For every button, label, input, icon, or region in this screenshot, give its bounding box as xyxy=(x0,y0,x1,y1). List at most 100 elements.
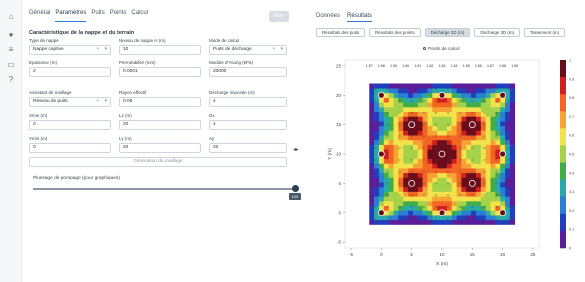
heatmap-cell xyxy=(422,163,428,169)
ymin-input[interactable]: 0 xyxy=(29,143,111,153)
clear-icon[interactable]: × xyxy=(96,46,99,54)
tab-puits[interactable]: Puits xyxy=(91,10,104,22)
well-marker xyxy=(377,150,385,158)
decharge-imposee-input[interactable]: 4 xyxy=(209,97,287,107)
slider-track[interactable] xyxy=(33,188,295,190)
heatmap-cell xyxy=(393,191,399,197)
heatmap-cell xyxy=(466,201,472,206)
heatmap-cell xyxy=(432,130,438,136)
heatmap-cell xyxy=(412,83,419,89)
heatmap-cell xyxy=(485,125,491,131)
database-icon[interactable]: ● xyxy=(6,30,16,40)
chevron-down-icon[interactable]: ▾ xyxy=(105,98,107,106)
heatmap-cell xyxy=(388,177,394,183)
heatmap-cell xyxy=(509,163,516,169)
heatmap-cell xyxy=(505,196,511,202)
heatmap-cell xyxy=(388,168,394,174)
slider-label: Plussage de pompage (pour graphiques) xyxy=(33,176,120,181)
heatmap-cell xyxy=(437,116,443,122)
ay-label: Ay xyxy=(209,136,215,141)
rayon-effectif-input[interactable]: 0.06 xyxy=(119,97,201,107)
heatmap-cell xyxy=(427,83,433,89)
contour-chart[interactable]: 1.57 1.58 1.59 1.60 1.61 1.62 1.63 1.64 1.65 1.66… xyxy=(308,0,585,282)
heatmap-cell xyxy=(374,102,380,108)
heatmap-cell xyxy=(475,135,482,141)
heatmap-cell xyxy=(427,149,433,155)
dx-input[interactable]: 4 xyxy=(209,120,287,130)
chevron-down-icon[interactable]: ▾ xyxy=(105,46,107,54)
niveau-nappe-input[interactable]: 10 xyxy=(119,45,201,55)
heatmap-cell xyxy=(485,92,491,98)
heatmap-cell xyxy=(378,186,385,192)
heatmap-cell xyxy=(466,144,472,150)
heatmap-cell xyxy=(509,191,516,197)
heatmap-cell xyxy=(427,88,433,94)
layers-icon[interactable]: ≡ xyxy=(6,45,16,55)
generate-mesh-button[interactable]: Génération du maillage xyxy=(29,157,287,167)
help-icon[interactable]: ? xyxy=(6,75,16,85)
type-nappe-select[interactable]: Nappe captive × ▾ xyxy=(29,45,111,55)
heatmap-cell xyxy=(369,92,375,98)
tab-points[interactable]: Points xyxy=(110,10,127,22)
heatmap-cell xyxy=(388,121,394,127)
tab-general[interactable]: Général xyxy=(29,10,50,22)
heatmap-cell xyxy=(388,97,394,103)
heatmap-cell xyxy=(475,177,482,183)
lx-input[interactable]: 20 xyxy=(119,120,201,130)
heatmap-cell xyxy=(466,111,472,117)
clear-icon[interactable]: × xyxy=(272,46,275,54)
heatmap-cell xyxy=(388,116,394,122)
heatmap-cell xyxy=(417,116,423,122)
heatmap-cell xyxy=(412,144,419,150)
heatmap-cell xyxy=(471,83,477,89)
heatmap-cell xyxy=(393,205,399,211)
colorbar-swatch xyxy=(560,213,566,232)
heatmap-cell xyxy=(485,111,491,117)
heatmap-cell xyxy=(403,125,409,131)
heatmap-cell xyxy=(471,201,477,206)
chevron-down-icon[interactable]: ▾ xyxy=(281,46,283,54)
drag-handle-icon[interactable]: ◂ ▸ xyxy=(293,146,299,153)
heatmap-cell xyxy=(422,111,428,117)
heatmap-cell xyxy=(412,111,419,117)
heatmap-cell xyxy=(446,149,452,155)
xmin-input[interactable]: 0 xyxy=(29,120,111,130)
heatmap-cell xyxy=(422,102,428,108)
heatmap-cell xyxy=(446,102,452,108)
assistant-maillage-select[interactable]: Réseau de puits × ▾ xyxy=(29,97,111,107)
home-icon[interactable]: ⌂ xyxy=(6,12,16,22)
heatmap-cell xyxy=(471,107,477,112)
clear-icon[interactable]: × xyxy=(96,98,99,106)
heatmap-cell xyxy=(422,196,428,202)
mode-calcul-select[interactable]: Puits de décharge × ▾ xyxy=(209,45,287,55)
y-tick-label: 20 xyxy=(336,93,342,98)
heatmap-cell xyxy=(466,149,472,155)
heatmap-cell xyxy=(374,125,380,131)
heatmap-cell xyxy=(446,201,452,206)
ly-input[interactable]: 20 xyxy=(119,143,201,153)
heatmap-cell xyxy=(446,116,452,122)
heatmap-cell xyxy=(451,144,457,150)
permeabilite-input[interactable]: 0.0001 xyxy=(119,67,201,77)
panel-splitter[interactable]: ◂ ▸ xyxy=(289,0,307,282)
monitor-icon[interactable]: ▭ xyxy=(6,60,16,70)
heatmap-cell xyxy=(374,201,380,206)
tab-calcul[interactable]: Calcul xyxy=(131,10,148,22)
heatmap-cell xyxy=(456,130,462,136)
heatmap-cell xyxy=(398,116,404,122)
ay-input[interactable]: 20 xyxy=(209,143,287,153)
epaisseur-input[interactable]: 2 xyxy=(29,67,111,77)
heatmap-cell xyxy=(369,154,375,159)
heatmap-cell xyxy=(427,102,433,108)
heatmap-cell xyxy=(403,154,409,159)
heatmap-cell xyxy=(412,154,419,159)
run-button[interactable]: Run xyxy=(269,11,289,22)
heatmap-cell xyxy=(471,219,477,225)
module-young-input[interactable]: 20000 xyxy=(209,67,287,77)
heatmap-cell xyxy=(471,139,477,145)
heatmap-cell xyxy=(388,201,394,206)
heatmap-cell xyxy=(495,205,501,211)
heatmap-cell xyxy=(456,83,462,89)
tab-parametres[interactable]: Paramètres xyxy=(55,10,87,22)
heatmap-cell xyxy=(442,177,448,183)
